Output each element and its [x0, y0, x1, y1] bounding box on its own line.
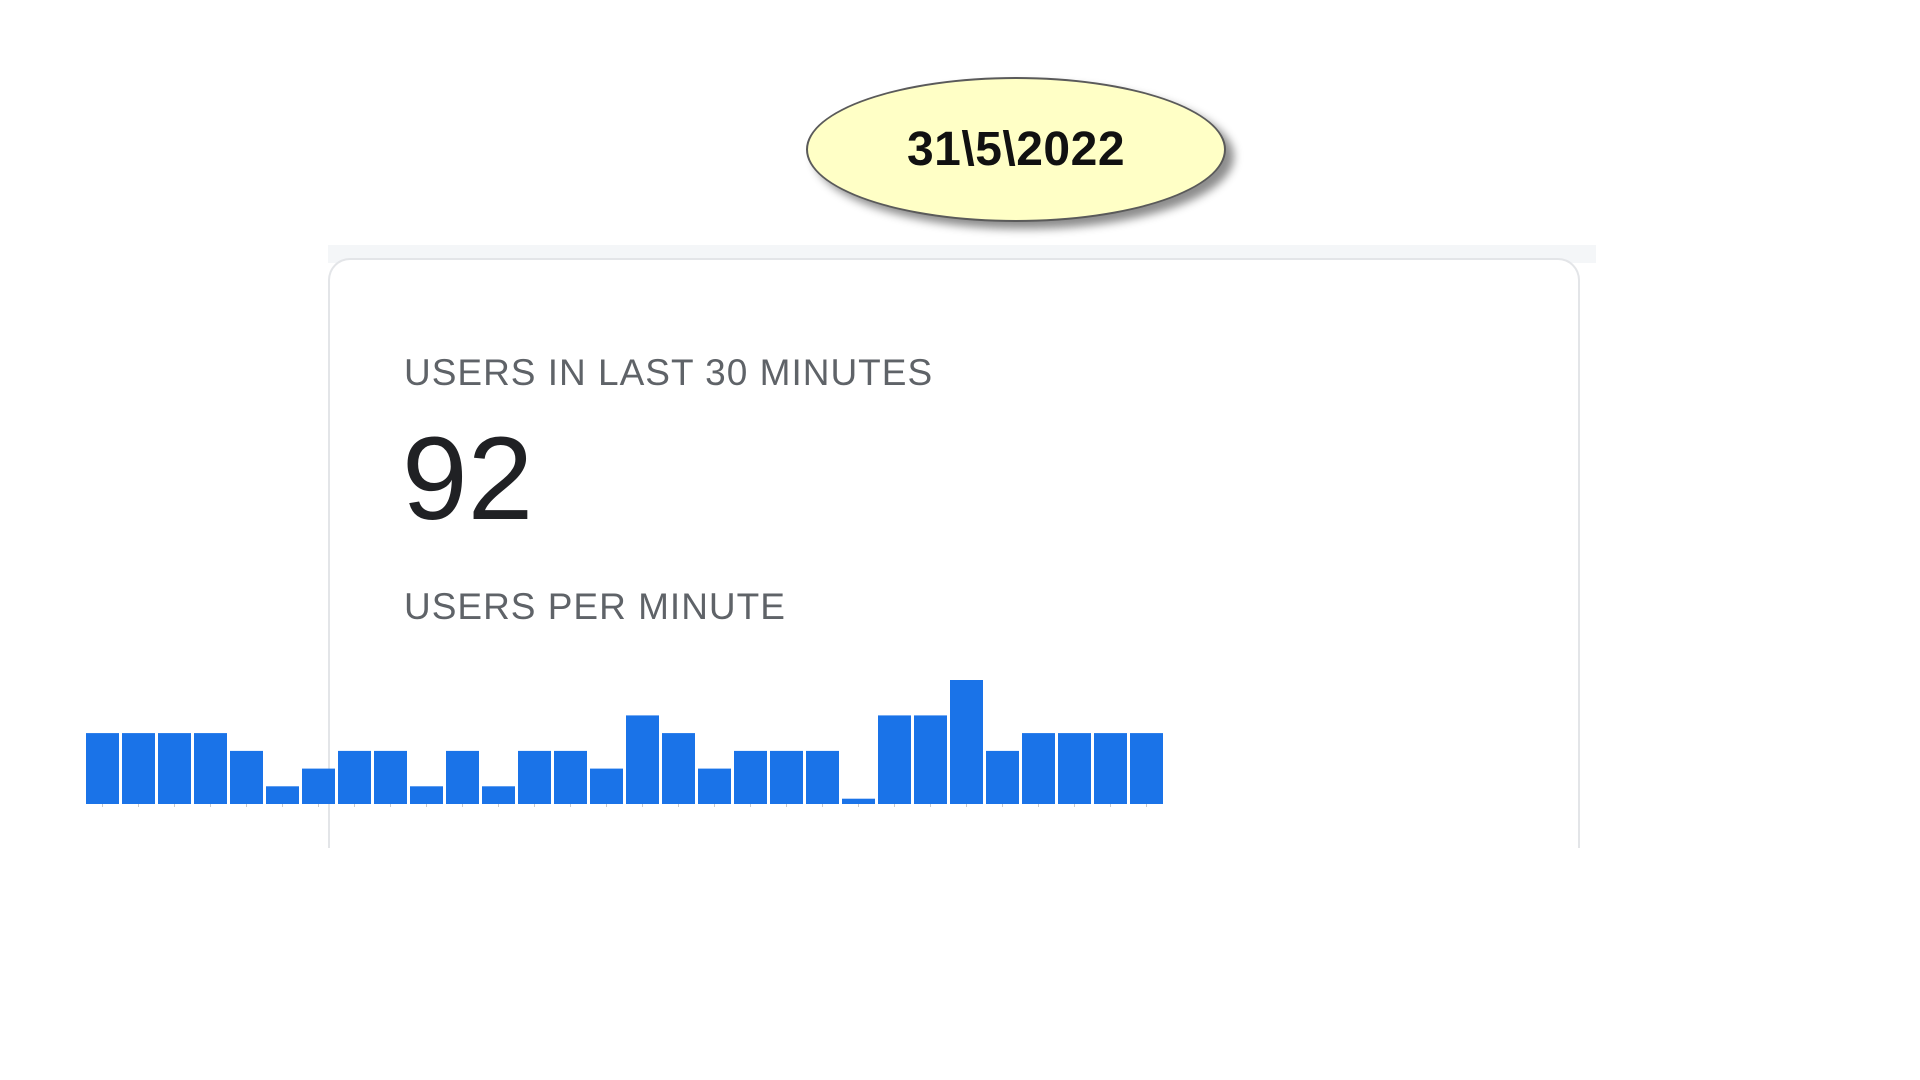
chart-bar-24[interactable]: [914, 715, 947, 804]
chart-bar-6[interactable]: [266, 786, 299, 804]
chart-bar-23[interactable]: [878, 715, 911, 804]
chart-bar-16[interactable]: [626, 715, 659, 804]
chart-bar-8[interactable]: [338, 750, 371, 804]
screenshot-stage: 31\5\2022 USERS IN LAST 30 MINUTES 92 US…: [0, 0, 1920, 1080]
users-per-minute-label: USERS PER MINUTE: [404, 586, 786, 627]
chart-bar-7[interactable]: [302, 768, 335, 804]
chart-bar-22[interactable]: [842, 798, 875, 804]
chart-bar-4[interactable]: [194, 733, 227, 804]
chart-bar-28[interactable]: [1058, 733, 1091, 804]
chart-bar-11[interactable]: [446, 750, 479, 804]
users-last-30-minutes-label: USERS IN LAST 30 MINUTES: [404, 352, 934, 393]
chart-bar-9[interactable]: [374, 750, 407, 804]
chart-bar-27[interactable]: [1022, 733, 1055, 804]
chart-bar-19[interactable]: [734, 750, 767, 804]
chart-bar-12[interactable]: [482, 786, 515, 804]
date-callout-text: 31\5\2022: [906, 123, 1126, 176]
chart-bar-18[interactable]: [698, 768, 731, 804]
chart-bar-14[interactable]: [554, 750, 587, 804]
chart-bar-21[interactable]: [806, 750, 839, 804]
chart-bar-15[interactable]: [590, 768, 623, 804]
chart-bar-17[interactable]: [662, 733, 695, 804]
chart-bar-13[interactable]: [518, 750, 551, 804]
chart-bar-25[interactable]: [950, 680, 983, 804]
chart-bar-3[interactable]: [158, 733, 191, 804]
date-callout: 31\5\2022: [806, 77, 1226, 222]
chart-bar-10[interactable]: [410, 786, 443, 804]
users-last-30-minutes-value: 92: [402, 413, 534, 545]
users-per-minute-chart[interactable]: [86, 660, 1166, 810]
chart-bar-5[interactable]: [230, 750, 263, 804]
chart-bar-29[interactable]: [1094, 733, 1127, 804]
chart-bar-20[interactable]: [770, 750, 803, 804]
chart-bar-2[interactable]: [122, 733, 155, 804]
chart-bar-26[interactable]: [986, 750, 1019, 804]
chart-bar-30[interactable]: [1130, 733, 1163, 804]
chart-bar-1[interactable]: [86, 733, 119, 804]
